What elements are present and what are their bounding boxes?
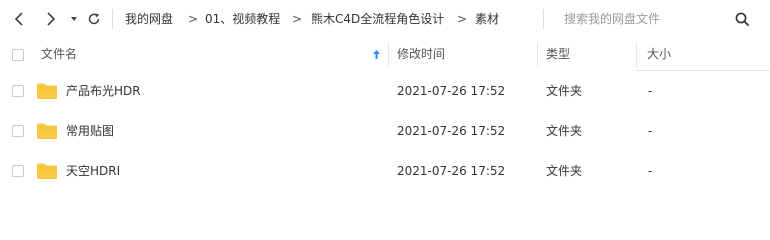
toolbar: 我的网盘 > 01、视频教程 > 熊木C4D全流程角色设计 > 素材 — [0, 0, 770, 38]
refresh-button[interactable] — [84, 9, 104, 29]
folder-icon — [37, 163, 57, 179]
row-checkbox[interactable] — [12, 165, 24, 177]
column-divider[interactable] — [388, 42, 389, 67]
chevron-left-icon — [14, 12, 23, 26]
column-header-name[interactable]: 文件名 — [41, 38, 77, 71]
table-row[interactable]: 常用贴图 2021-07-26 17:52 文件夹 - — [0, 111, 770, 151]
file-size: - — [648, 84, 653, 98]
sort-up-arrow-icon[interactable] — [372, 49, 381, 60]
table-row[interactable]: 天空HDRI 2021-07-26 17:52 文件夹 - — [0, 151, 770, 191]
file-type: 文件夹 — [546, 84, 583, 98]
column-header-type[interactable]: 类型 — [546, 38, 570, 71]
table-row[interactable]: 产品布光HDR 2021-07-26 17:52 文件夹 - — [0, 71, 770, 111]
folder-icon — [37, 83, 57, 99]
file-modified: 2021-07-26 17:52 — [397, 124, 506, 138]
file-size: - — [648, 164, 653, 178]
file-list-header: 文件名 修改时间 类型 大小 — [0, 38, 770, 71]
file-name[interactable]: 产品布光HDR — [66, 71, 141, 111]
select-all-checkbox[interactable] — [12, 49, 24, 61]
forward-button[interactable] — [40, 9, 60, 29]
breadcrumb-separator: > — [188, 12, 199, 26]
caret-down-icon — [71, 17, 77, 21]
back-button[interactable] — [10, 9, 30, 29]
breadcrumb-separator: > — [457, 12, 468, 26]
row-checkbox[interactable] — [12, 125, 24, 137]
folder-icon — [37, 123, 57, 139]
column-divider[interactable] — [537, 42, 538, 67]
file-size: - — [648, 124, 653, 138]
column-header-modified[interactable]: 修改时间 — [397, 38, 445, 71]
breadcrumb-item-current[interactable]: 素材 — [475, 11, 499, 27]
breadcrumb-item-video-tutorial[interactable]: 01、视频教程 — [205, 11, 280, 27]
breadcrumb-item-c4d-course[interactable]: 熊木C4D全流程角色设计 — [311, 11, 444, 27]
toolbar-divider — [543, 9, 544, 29]
refresh-icon — [88, 13, 100, 25]
toolbar-divider — [112, 9, 113, 29]
breadcrumb-separator: > — [292, 12, 303, 26]
search-icon — [735, 12, 749, 26]
file-name[interactable]: 天空HDRI — [66, 151, 120, 191]
file-modified: 2021-07-26 17:52 — [397, 84, 506, 98]
file-name[interactable]: 常用贴图 — [66, 111, 114, 151]
search-box — [548, 6, 762, 32]
search-input[interactable] — [548, 6, 738, 32]
file-type: 文件夹 — [546, 164, 583, 178]
search-button[interactable] — [732, 9, 752, 29]
header-spacer — [636, 38, 770, 71]
file-type: 文件夹 — [546, 124, 583, 138]
chevron-right-icon — [47, 12, 56, 26]
breadcrumb-item-root[interactable]: 我的网盘 — [125, 11, 173, 27]
file-modified: 2021-07-26 17:52 — [397, 164, 506, 178]
row-checkbox[interactable] — [12, 85, 24, 97]
history-dropdown-button[interactable] — [64, 9, 84, 29]
